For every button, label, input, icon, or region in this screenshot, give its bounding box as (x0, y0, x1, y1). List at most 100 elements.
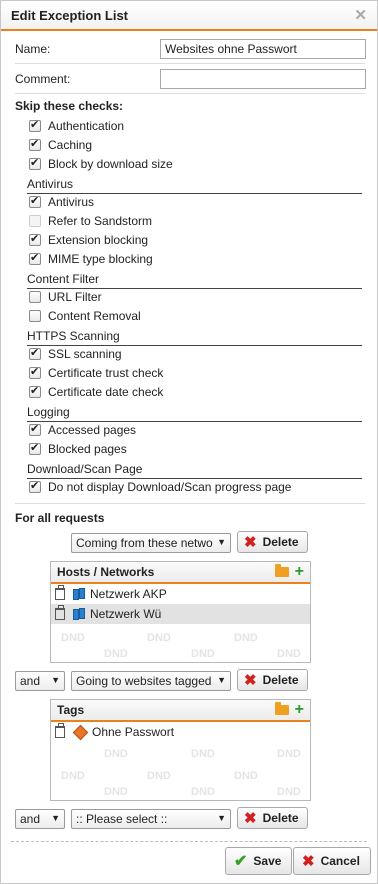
list-item[interactable]: Ohne Passwort (51, 722, 310, 742)
chevron-down-icon: ▼ (217, 813, 226, 823)
checkbox-mime-type-blocking[interactable]: MIME type blocking (29, 251, 153, 267)
trash-icon[interactable] (55, 585, 65, 600)
checkbox-label: Content Removal (48, 309, 141, 323)
checkbox-box[interactable] (29, 310, 41, 322)
dnd-watermark: DND (191, 648, 215, 660)
checkbox-label: MIME type blocking (48, 252, 153, 266)
checkbox-box[interactable] (29, 422, 41, 436)
checkbox-ssl-scanning[interactable]: SSL scanning (29, 346, 122, 362)
dialog-title: Edit Exception List (11, 7, 129, 23)
tag-icon (72, 724, 89, 740)
checkbox-box[interactable] (29, 118, 41, 132)
panel-header: Hosts / Networks + (51, 562, 310, 584)
checkbox-box (29, 215, 41, 227)
name-field[interactable] (160, 39, 366, 59)
checkbox-certificate-trust-check[interactable]: Certificate trust check (29, 365, 163, 381)
comment-field[interactable] (160, 69, 366, 89)
panel-body: Netzwerk AKP Netzwerk Wü DND DND DND DND… (51, 584, 310, 662)
item-label: Netzwerk Wü (90, 607, 162, 621)
checkbox-antivirus[interactable]: Antivirus (29, 194, 94, 210)
cancel-label: Cancel (320, 854, 360, 868)
add-icon[interactable]: + (295, 702, 304, 718)
dnd-watermark: DND (277, 648, 301, 660)
checkbox-label: Do not display Download/Scan progress pa… (48, 480, 292, 494)
delete-condition-button[interactable]: ✖ Delete (237, 531, 308, 553)
section-antivirus: Antivirus (27, 177, 362, 194)
checkbox-label: Antivirus (48, 195, 95, 209)
section-content-filter: Content Filter (27, 272, 362, 289)
checkbox-label: Extension blocking (48, 233, 149, 247)
item-label: Ohne Passwort (92, 725, 175, 739)
panel-tools: + (274, 702, 304, 718)
condition-select-new[interactable]: :: Please select :: ▼ (71, 809, 231, 829)
delete-condition-button[interactable]: ✖ Delete (237, 807, 308, 829)
checkbox-box[interactable] (29, 156, 41, 170)
checkbox-label: Accessed pages (48, 423, 137, 437)
chevron-down-icon: ▼ (51, 675, 60, 685)
delete-x-icon: ✖ (244, 810, 257, 827)
checkbox-label: Block by download size (48, 157, 173, 171)
checkbox-box[interactable] (29, 479, 41, 493)
trash-icon[interactable] (55, 723, 65, 738)
checkbox-box[interactable] (29, 441, 41, 455)
checkbox-box[interactable] (29, 232, 41, 246)
condition-select-destination[interactable]: Going to websites tagged ▼ (71, 671, 231, 691)
checkbox-block-download-size[interactable]: Block by download size (29, 156, 173, 172)
condition-select-source[interactable]: Coming from these netwo ▼ (71, 533, 231, 553)
list-item[interactable]: Netzwerk Wü (51, 604, 310, 624)
divider (15, 93, 365, 94)
checkbox-url-filter[interactable]: URL Filter (29, 289, 102, 305)
dialog-titlebar: Edit Exception List ✕ (1, 1, 377, 31)
checkbox-box[interactable] (29, 384, 41, 398)
checkbox-content-removal[interactable]: Content Removal (29, 308, 141, 324)
checkbox-box[interactable] (29, 137, 41, 151)
trash-icon[interactable] (55, 605, 65, 620)
checkbox-box[interactable] (29, 365, 41, 379)
checkbox-certificate-date-check[interactable]: Certificate date check (29, 384, 163, 400)
select-value: and (20, 812, 41, 826)
panel-tools: + (274, 564, 304, 580)
select-value: :: Please select :: (76, 812, 168, 826)
select-value: Coming from these netwo (76, 536, 213, 550)
comment-label: Comment: (15, 72, 71, 86)
checkbox-label: URL Filter (48, 290, 102, 304)
joiner-select[interactable]: and ▼ (15, 809, 65, 829)
checkbox-label: Certificate date check (48, 385, 164, 399)
joiner-select[interactable]: and ▼ (15, 671, 65, 691)
checkbox-label: Refer to Sandstorm (48, 214, 153, 228)
list-item[interactable]: Netzwerk AKP (51, 584, 310, 604)
checkbox-accessed-pages[interactable]: Accessed pages (29, 422, 136, 438)
cancel-button[interactable]: ✖ Cancel (293, 847, 371, 875)
folder-icon[interactable] (274, 702, 289, 715)
add-icon[interactable]: + (295, 564, 304, 580)
delete-x-icon: ✖ (244, 534, 257, 551)
delete-label: Delete (262, 673, 299, 687)
chevron-down-icon: ▼ (217, 537, 226, 547)
save-button[interactable]: ✔ Save (225, 847, 293, 875)
dnd-watermark: DND (277, 786, 301, 798)
checkbox-authentication[interactable]: Authentication (29, 118, 124, 134)
close-icon[interactable]: ✕ (354, 6, 367, 24)
checkbox-no-download-progress-page[interactable]: Do not display Download/Scan progress pa… (29, 479, 291, 495)
checkbox-blocked-pages[interactable]: Blocked pages (29, 441, 127, 457)
delete-label: Delete (262, 811, 299, 825)
skip-checks-heading: Skip these checks: (15, 99, 124, 113)
dnd-watermark: DND (277, 748, 301, 760)
network-icon (73, 588, 87, 600)
delete-label: Delete (262, 535, 299, 549)
checkbox-caching[interactable]: Caching (29, 137, 92, 153)
panel-header: Tags + (51, 700, 310, 722)
checkbox-box[interactable] (29, 291, 41, 303)
dnd-watermark: DND (147, 770, 171, 782)
checkbox-label: SSL scanning (48, 347, 122, 361)
checkbox-box[interactable] (29, 194, 41, 208)
select-value: Going to websites tagged (76, 674, 212, 688)
section-download-scan-page: Download/Scan Page (27, 462, 362, 479)
checkbox-extension-blocking[interactable]: Extension blocking (29, 232, 148, 248)
delete-condition-button[interactable]: ✖ Delete (237, 669, 308, 691)
folder-icon[interactable] (274, 564, 289, 577)
checkbox-box[interactable] (29, 346, 41, 360)
select-value: and (20, 674, 41, 688)
dnd-watermark: DND (104, 786, 128, 798)
checkbox-box[interactable] (29, 251, 41, 265)
